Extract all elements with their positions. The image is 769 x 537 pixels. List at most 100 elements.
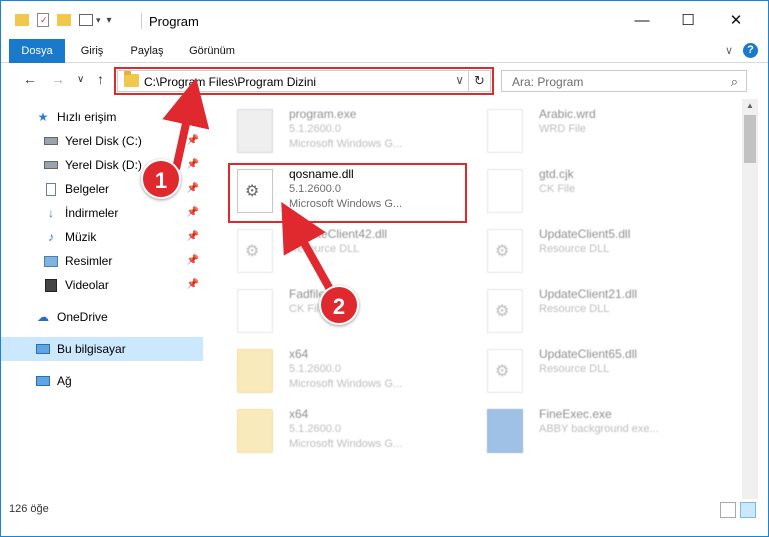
recent-locations-icon[interactable]: ∨ — [77, 74, 84, 85]
sidebar-item-network[interactable]: Ağ — [1, 369, 203, 393]
details-view-icon[interactable] — [720, 502, 736, 518]
sidebar-item-this-pc[interactable]: Bu bilgisayar — [1, 337, 203, 361]
file-item[interactable]: FineExec.exe ABBY background exe... — [473, 403, 709, 459]
file-item[interactable]: ⚙ UpdateClient42.dll Resource DLL — [223, 223, 459, 279]
search-input[interactable]: Ara: Program — [512, 75, 583, 89]
sidebar-item-label: Müzik — [65, 230, 97, 244]
file-item[interactable]: ⚙ UpdateClient21.dll Resource DLL — [473, 283, 709, 339]
file-item[interactable]: Arabic.wrd WRD File — [473, 103, 709, 159]
folder-icon[interactable] — [15, 14, 29, 26]
cloud-icon: ☁ — [37, 310, 49, 324]
file-item[interactable]: x64 5.1.2600.0 Microsoft Windows G... — [223, 343, 459, 399]
file-type: Resource DLL — [539, 363, 610, 375]
title-bar: ✓ ▾ ▾ Program — ☐ ✕ — [1, 1, 768, 39]
properties-icon[interactable]: ✓ — [37, 13, 49, 27]
tab-paylas[interactable]: Paylaş — [123, 39, 171, 63]
computer-icon — [35, 341, 51, 357]
file-name: UpdateClient21.dll — [539, 287, 638, 301]
pin-icon[interactable]: 📌 — [187, 159, 199, 170]
window-title: Program — [149, 14, 199, 29]
tab-gorunum[interactable]: Görünüm — [181, 39, 243, 63]
gear-icon: ⚙ — [495, 303, 510, 320]
file-name: x64 — [289, 347, 309, 361]
sidebar-item-label: Belgeler — [65, 182, 110, 196]
sidebar-item-muzik[interactable]: ♪ Müzik 📌 — [1, 225, 203, 249]
sidebar-item-quick-access[interactable]: ★ Hızlı erişim — [1, 105, 203, 129]
pin-icon[interactable]: 📌 — [187, 135, 199, 146]
file-description: Microsoft Windows G... — [289, 378, 403, 390]
sidebar-item-onedrive[interactable]: ☁ OneDrive — [1, 305, 203, 329]
sidebar-item-label: İndirmeler — [65, 206, 119, 220]
tiles-view-icon[interactable] — [740, 502, 756, 518]
sidebar-item-indirmeler[interactable]: ↓ İndirmeler 📌 — [1, 201, 203, 225]
gear-icon: ⚙ — [245, 243, 260, 260]
file-name: x64 — [289, 407, 309, 421]
back-arrow-icon[interactable]: ← — [23, 71, 37, 87]
sidebar-item-resimler[interactable]: Resimler 📌 — [1, 249, 203, 273]
sidebar-item-label: OneDrive — [57, 310, 108, 324]
scrollbar-thumb[interactable] — [744, 115, 756, 163]
folder-icon — [237, 409, 273, 453]
application-icon — [487, 409, 523, 453]
file-name: Arabic.wrd — [539, 107, 596, 121]
view-options-icon[interactable] — [79, 14, 93, 26]
pin-icon[interactable]: 📌 — [187, 207, 199, 218]
file-name: UpdateClient5.dll — [539, 227, 631, 241]
sidebar-item-disk-c[interactable]: Yerel Disk (C:) 📌 — [1, 129, 203, 153]
view-switcher — [720, 502, 756, 518]
pictures-icon — [43, 253, 59, 269]
file-version: 5.1.2600.0 — [289, 423, 341, 435]
expand-ribbon-icon[interactable]: ∨ — [725, 44, 733, 57]
navigation-pane: ★ Hızlı erişim Yerel Disk (C:) 📌 Yerel D… — [1, 99, 207, 499]
dropdown-icon[interactable]: ▾ — [96, 15, 101, 26]
annotation-badge-2: 2 — [319, 285, 359, 325]
tab-giris[interactable]: Giriş — [71, 39, 113, 63]
minimize-button[interactable]: — — [619, 1, 665, 39]
file-list: program.exe 5.1.2600.0 Microsoft Windows… — [211, 99, 741, 499]
gear-icon: ⚙ — [495, 363, 510, 380]
sidebar-item-label: Yerel Disk (C:) — [65, 134, 142, 148]
document-icon — [43, 181, 59, 197]
vertical-scrollbar[interactable]: ▲ — [742, 99, 758, 499]
file-item[interactable]: ⚙ UpdateClient5.dll Resource DLL — [473, 223, 709, 279]
file-item[interactable]: ⚙ UpdateClient65.dll Resource DLL — [473, 343, 709, 399]
sidebar-item-label: Resimler — [65, 254, 113, 268]
file-description: Microsoft Windows G... — [289, 438, 403, 450]
pin-icon[interactable]: 📌 — [187, 255, 199, 266]
file-type: WRD File — [539, 123, 587, 135]
file-version: 5.1.2600.0 — [289, 123, 341, 135]
drive-icon — [43, 157, 59, 173]
file-item[interactable]: program.exe 5.1.2600.0 Microsoft Windows… — [223, 103, 459, 159]
maximize-button[interactable]: ☐ — [665, 1, 711, 39]
explorer-window: ✓ ▾ ▾ Program — ☐ ✕ Dosya Giriş Paylaş G… — [0, 0, 769, 537]
forward-arrow-icon[interactable]: → — [51, 71, 65, 87]
file-type: Resource DLL — [539, 303, 610, 315]
file-highlight-box — [228, 163, 467, 223]
help-icon[interactable]: ? — [743, 43, 758, 58]
address-highlight-box — [114, 67, 494, 95]
ribbon-tabs: Dosya Giriş Paylaş Görünüm ∨ ? — [1, 39, 768, 95]
up-arrow-icon[interactable]: ↑ — [97, 71, 104, 87]
search-icon[interactable]: ⌕ — [731, 74, 738, 90]
pin-icon[interactable]: 📌 — [187, 231, 199, 242]
sidebar-item-label: Videolar — [65, 278, 109, 292]
pin-icon[interactable]: 📌 — [187, 183, 199, 194]
close-button[interactable]: ✕ — [713, 1, 759, 39]
sidebar-item-videolar[interactable]: Videolar 📌 — [1, 273, 203, 297]
file-name: program.exe — [289, 107, 357, 121]
file-type: Resource DLL — [289, 243, 360, 255]
file-item[interactable]: x64 5.1.2600.0 Microsoft Windows G... — [223, 403, 459, 459]
scroll-up-icon[interactable]: ▲ — [742, 99, 758, 113]
sidebar-item-label: Yerel Disk (D:) — [65, 158, 142, 172]
search-box[interactable]: Ara: Program ⌕ — [501, 70, 747, 92]
video-icon — [43, 277, 59, 293]
status-bar: 126 öğe — [1, 499, 768, 521]
file-item[interactable]: gtd.cjk CK File — [473, 163, 709, 219]
application-icon — [237, 109, 273, 153]
folder-icon — [237, 349, 273, 393]
customize-qa-icon[interactable]: ▾ — [107, 15, 112, 26]
new-folder-icon[interactable] — [57, 14, 71, 26]
annotation-badge-1: 1 — [141, 159, 181, 199]
blank-file-icon — [487, 169, 523, 213]
pin-icon[interactable]: 📌 — [187, 279, 199, 290]
